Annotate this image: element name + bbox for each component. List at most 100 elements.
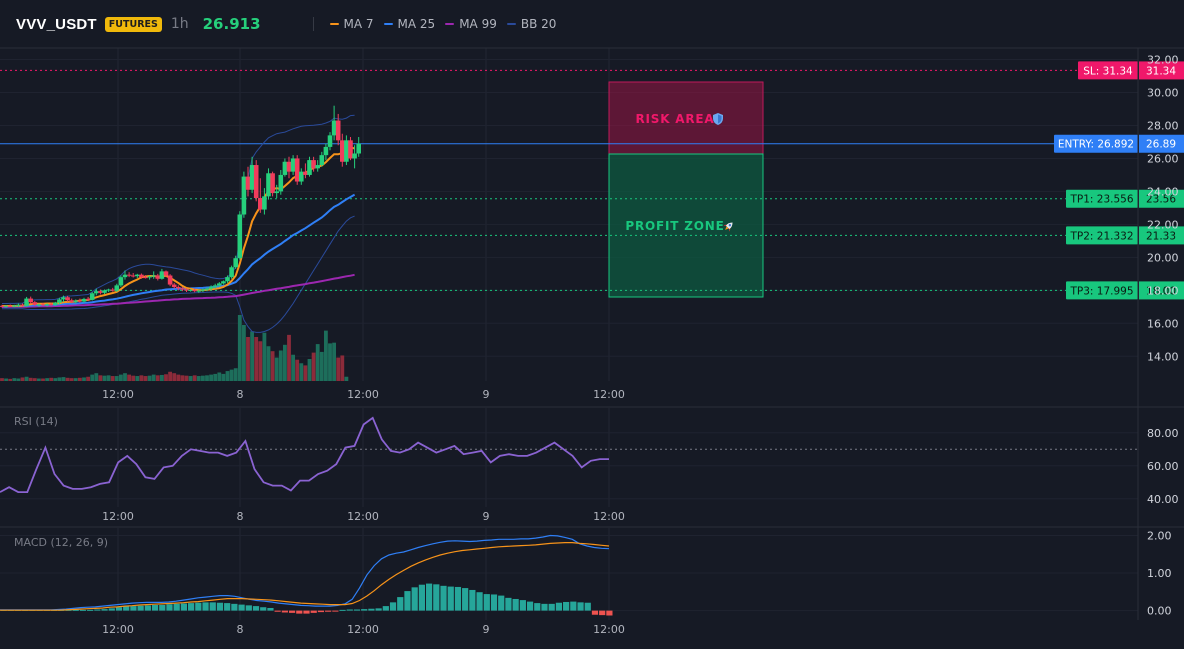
candle-body[interactable] bbox=[57, 299, 62, 303]
candle-body[interactable] bbox=[48, 304, 54, 306]
candle-body[interactable] bbox=[294, 158, 300, 182]
candle-body[interactable] bbox=[340, 140, 345, 162]
candle-body[interactable] bbox=[106, 289, 111, 291]
candle-body[interactable] bbox=[200, 289, 206, 291]
candle-body[interactable] bbox=[192, 290, 197, 292]
candle-body[interactable] bbox=[143, 277, 148, 279]
candle-body[interactable] bbox=[356, 143, 361, 154]
candle-body[interactable] bbox=[126, 274, 132, 276]
candle-body[interactable] bbox=[36, 304, 42, 306]
candle-body[interactable] bbox=[180, 288, 185, 290]
volume-bar bbox=[102, 375, 107, 381]
candle-body[interactable] bbox=[352, 153, 357, 159]
candle-body[interactable] bbox=[110, 289, 115, 291]
candle-body[interactable] bbox=[217, 283, 222, 286]
candle-body[interactable] bbox=[3, 305, 9, 307]
candle-body[interactable] bbox=[245, 176, 251, 190]
candle-body[interactable] bbox=[102, 290, 107, 293]
candle-body[interactable] bbox=[344, 140, 349, 162]
candle-body[interactable] bbox=[270, 173, 275, 194]
candle-body[interactable] bbox=[16, 304, 21, 306]
candle-body[interactable] bbox=[184, 289, 189, 291]
profit-zone-label: PROFIT ZONE bbox=[625, 219, 724, 233]
candle-body[interactable] bbox=[196, 290, 202, 292]
candle-body[interactable] bbox=[307, 160, 312, 175]
volume-bar bbox=[4, 378, 8, 381]
macd-histogram-bar bbox=[79, 609, 87, 611]
candle-body[interactable] bbox=[282, 161, 288, 175]
macd-histogram-bar bbox=[288, 610, 296, 613]
candle-body[interactable] bbox=[122, 274, 128, 278]
candle-body[interactable] bbox=[237, 214, 243, 259]
candle-body[interactable] bbox=[151, 275, 156, 277]
candle-body[interactable] bbox=[20, 304, 25, 306]
candle-body[interactable] bbox=[221, 281, 226, 284]
macd-histogram-bar bbox=[368, 608, 375, 611]
candle-body[interactable] bbox=[44, 304, 50, 306]
candle-body[interactable] bbox=[331, 120, 337, 136]
candle-body[interactable] bbox=[139, 274, 144, 278]
candle-body[interactable] bbox=[53, 302, 58, 305]
volume-bar bbox=[110, 376, 115, 381]
macd-title: MACD (12, 26, 9) bbox=[14, 536, 108, 549]
candle-body[interactable] bbox=[0, 305, 5, 307]
candle-body[interactable] bbox=[24, 298, 29, 306]
candle-body[interactable] bbox=[208, 286, 214, 289]
candle-body[interactable] bbox=[229, 267, 234, 278]
candle-body[interactable] bbox=[61, 297, 66, 300]
trading-chart[interactable]: RISK AREA PROFIT ZONE SL: 31.34 31.34 ENTR… bbox=[0, 0, 1184, 649]
candle-body[interactable] bbox=[98, 291, 103, 293]
candle-body[interactable] bbox=[319, 155, 325, 166]
candle-body[interactable] bbox=[73, 300, 79, 302]
candle-body[interactable] bbox=[323, 146, 329, 156]
candle-body[interactable] bbox=[204, 288, 210, 290]
candle-body[interactable] bbox=[225, 277, 230, 282]
candle-body[interactable] bbox=[81, 298, 87, 302]
volume-bar bbox=[254, 337, 259, 381]
candle-body[interactable] bbox=[118, 277, 124, 286]
candle-body[interactable] bbox=[163, 271, 169, 276]
candle-body[interactable] bbox=[241, 176, 247, 215]
candle-body[interactable] bbox=[188, 290, 193, 292]
candle-body[interactable] bbox=[253, 165, 259, 199]
candle-body[interactable] bbox=[114, 285, 120, 291]
candle-body[interactable] bbox=[278, 174, 284, 192]
candle-body[interactable] bbox=[130, 275, 136, 277]
candle-body[interactable] bbox=[94, 291, 99, 294]
candle-body[interactable] bbox=[85, 298, 91, 300]
candle-body[interactable] bbox=[311, 160, 316, 169]
candle-body[interactable] bbox=[65, 297, 70, 301]
candle-body[interactable] bbox=[69, 300, 74, 302]
candle-body[interactable] bbox=[335, 120, 341, 141]
candle-body[interactable] bbox=[258, 198, 263, 210]
candle-body[interactable] bbox=[315, 165, 320, 169]
candle-body[interactable] bbox=[77, 300, 83, 302]
macd-histogram-bar bbox=[505, 597, 512, 611]
candle-body[interactable] bbox=[249, 165, 255, 190]
candle-body[interactable] bbox=[327, 135, 333, 147]
candle-body[interactable] bbox=[89, 293, 95, 300]
candle-body[interactable] bbox=[171, 284, 177, 288]
candle-body[interactable] bbox=[7, 305, 13, 307]
candle-body[interactable] bbox=[40, 304, 46, 306]
candle-body[interactable] bbox=[290, 158, 296, 172]
candle-body[interactable] bbox=[176, 287, 181, 289]
candle-body[interactable] bbox=[32, 302, 38, 305]
candle-body[interactable] bbox=[299, 171, 304, 182]
candle-body[interactable] bbox=[286, 161, 292, 172]
candle-body[interactable] bbox=[212, 285, 218, 287]
macd-histogram-bar bbox=[526, 601, 534, 611]
candle-body[interactable] bbox=[348, 140, 353, 159]
candle-body[interactable] bbox=[28, 298, 33, 303]
candle-body[interactable] bbox=[262, 196, 267, 210]
candle-body[interactable] bbox=[135, 274, 140, 277]
candle-body[interactable] bbox=[274, 191, 279, 194]
candle-body[interactable] bbox=[147, 276, 152, 278]
candle-body[interactable] bbox=[266, 173, 271, 197]
candle-body[interactable] bbox=[233, 258, 238, 268]
candle-body[interactable] bbox=[159, 271, 165, 279]
candle-body[interactable] bbox=[303, 171, 308, 175]
candle-body[interactable] bbox=[155, 275, 161, 279]
candle-body[interactable] bbox=[12, 305, 17, 307]
candle-body[interactable] bbox=[167, 275, 173, 285]
